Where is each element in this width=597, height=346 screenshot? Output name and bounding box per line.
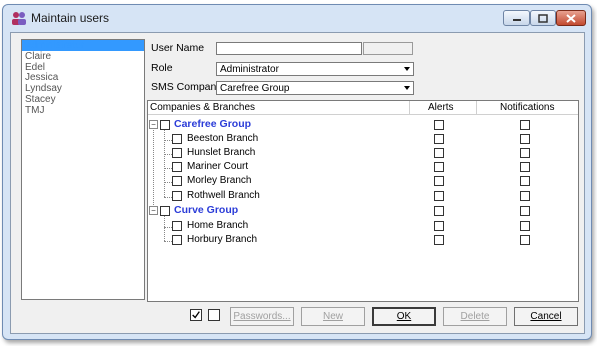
alerts-checkbox[interactable] — [434, 134, 444, 144]
user-name-side-box — [363, 42, 413, 55]
chevron-down-icon — [404, 86, 410, 90]
role-value: Administrator — [220, 64, 279, 75]
alerts-checkbox[interactable] — [434, 235, 444, 245]
new-button[interactable]: New — [301, 307, 365, 326]
maintain-users-window: Maintain users Administrator Claire Edel… — [2, 4, 592, 340]
user-list-item[interactable]: Claire — [22, 51, 144, 62]
alerts-checkbox[interactable] — [434, 206, 444, 216]
branch-row: Horbury Branch — [148, 232, 578, 246]
user-list-item[interactable]: Jessica — [22, 72, 144, 83]
branch-name: Beeston Branch — [187, 133, 259, 144]
ok-button-label: OK — [396, 311, 412, 322]
alerts-checkbox[interactable] — [434, 221, 444, 231]
notifications-checkbox[interactable] — [520, 176, 530, 186]
branch-name: Home Branch — [187, 220, 249, 231]
ok-button[interactable]: OK — [372, 307, 436, 326]
sms-company-select[interactable]: Carefree Group — [216, 81, 414, 95]
branch-row: Mariner Court — [148, 159, 578, 173]
branch-checkbox[interactable] — [172, 221, 182, 231]
branch-checkbox[interactable] — [172, 176, 182, 186]
user-list-item[interactable]: Lyndsay — [22, 83, 144, 94]
sms-company-value: Carefree Group — [220, 83, 290, 94]
branch-row: Beeston Branch — [148, 131, 578, 145]
notifications-checkbox[interactable] — [520, 221, 530, 231]
notifications-checkbox[interactable] — [520, 120, 530, 130]
alerts-checkbox[interactable] — [434, 120, 444, 130]
minimize-button[interactable] — [503, 10, 530, 26]
branch-name: Hunslet Branch — [187, 147, 256, 158]
maximize-button[interactable] — [530, 10, 556, 26]
branch-checkbox[interactable] — [172, 191, 182, 201]
branch-checkbox[interactable] — [172, 162, 182, 172]
user-name-label: User Name — [151, 42, 205, 54]
notifications-checkbox[interactable] — [520, 148, 530, 158]
header-divider — [409, 101, 410, 114]
user-list-item[interactable]: TMJ — [22, 105, 144, 116]
branch-row: Morley Branch — [148, 173, 578, 187]
group-name: Curve Group — [174, 204, 239, 216]
header-notifications: Notifications — [500, 102, 555, 113]
chevron-down-icon — [404, 67, 410, 71]
close-button[interactable] — [556, 10, 586, 26]
header-companies: Companies & Branches — [150, 102, 256, 113]
sms-company-label: SMS Company — [151, 81, 222, 93]
role-label: Role — [151, 62, 173, 74]
alerts-checkbox[interactable] — [434, 191, 444, 201]
user-list-item[interactable]: Administrator — [22, 40, 144, 51]
notifications-checkbox[interactable] — [520, 162, 530, 172]
branch-name: Horbury Branch — [187, 234, 258, 245]
user-list-item[interactable]: Edel — [22, 62, 144, 73]
cancel-button[interactable]: Cancel — [514, 307, 578, 326]
delete-button[interactable]: Delete — [443, 307, 507, 326]
alerts-checkbox[interactable] — [434, 176, 444, 186]
notifications-checkbox[interactable] — [520, 134, 530, 144]
role-select[interactable]: Administrator — [216, 62, 414, 76]
user-list-item[interactable]: Stacey — [22, 94, 144, 105]
header-alerts: Alerts — [428, 102, 454, 113]
notifications-checkbox[interactable] — [520, 206, 530, 216]
group-checkbox[interactable] — [160, 206, 170, 216]
branch-row: Hunslet Branch — [148, 145, 578, 159]
title-bar: Maintain users — [3, 5, 591, 31]
collapse-icon[interactable]: − — [149, 120, 158, 129]
companies-branches-grid: Companies & Branches Alerts Notification… — [147, 100, 579, 302]
window-title: Maintain users — [31, 11, 110, 25]
close-icon — [566, 13, 576, 23]
users-app-icon — [12, 12, 26, 25]
group-checkbox[interactable] — [160, 120, 170, 130]
branch-row: Rothwell Branch — [148, 188, 578, 202]
alerts-checkbox[interactable] — [434, 162, 444, 172]
grid-header: Companies & Branches Alerts Notification… — [148, 101, 578, 115]
user-name-field[interactable] — [216, 42, 362, 55]
passwords-button-label: Passwords... — [233, 311, 291, 322]
group-name: Carefree Group — [174, 118, 252, 130]
select-none-checkbox[interactable] — [208, 309, 220, 321]
branch-checkbox[interactable] — [172, 148, 182, 158]
notifications-checkbox[interactable] — [520, 191, 530, 201]
notifications-checkbox[interactable] — [520, 235, 530, 245]
branch-checkbox[interactable] — [172, 235, 182, 245]
branch-checkbox[interactable] — [172, 134, 182, 144]
branch-row: Home Branch — [148, 218, 578, 232]
branch-name: Rothwell Branch — [187, 190, 260, 201]
select-all-checkbox[interactable] — [190, 309, 202, 321]
group-row: − Carefree Group — [148, 117, 578, 131]
branch-name: Morley Branch — [187, 175, 252, 186]
user-list[interactable]: Administrator Claire Edel Jessica Lyndsa… — [21, 39, 145, 300]
group-row: − Curve Group — [148, 203, 578, 217]
cancel-button-label: Cancel — [530, 311, 562, 322]
branch-name: Mariner Court — [187, 161, 249, 172]
minimize-icon — [512, 19, 521, 21]
new-button-label: New — [322, 311, 343, 322]
delete-button-label: Delete — [460, 311, 490, 322]
header-divider — [476, 101, 477, 114]
collapse-icon[interactable]: − — [149, 206, 158, 215]
passwords-button[interactable]: Passwords... — [230, 307, 294, 326]
dialog-client-area: Administrator Claire Edel Jessica Lyndsa… — [10, 32, 585, 334]
maximize-icon — [538, 13, 548, 23]
alerts-checkbox[interactable] — [434, 148, 444, 158]
